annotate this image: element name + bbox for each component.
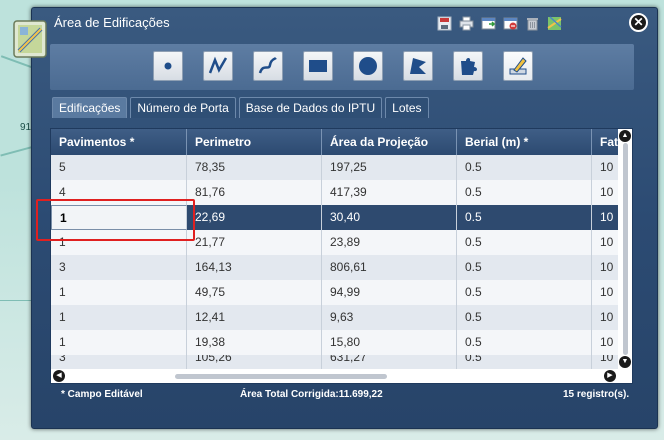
cell-fator: 10 — [600, 285, 614, 299]
column-header-perimetro[interactable]: Perimetro — [187, 129, 322, 155]
polygon-icon[interactable] — [403, 51, 433, 81]
cell-berial[interactable]: 0.5 — [457, 255, 592, 280]
cell-fator: 10 — [600, 235, 614, 249]
horizontal-scroll-thumb[interactable] — [175, 374, 387, 379]
buildings-app-icon — [11, 17, 51, 61]
table-row[interactable]: 5 78,35 197,25 0.5 10 — [51, 155, 621, 180]
remove-record-icon[interactable] — [502, 15, 519, 32]
table-row[interactable]: 1 49,75 94,99 0.5 10 — [51, 280, 621, 305]
tab-lotes[interactable]: Lotes — [385, 97, 429, 118]
cell-text: 10 — [600, 355, 614, 364]
edit-pencil-icon[interactable] — [503, 51, 533, 81]
cell-area-projecao: 15,80 — [322, 330, 457, 355]
cell-area-projecao: 417,39 — [322, 180, 457, 205]
map-layers-icon[interactable] — [546, 15, 563, 32]
cell-text: 0.5 — [465, 355, 482, 364]
drawing-toolbar — [50, 44, 634, 90]
scroll-down-icon[interactable]: ▼ — [619, 356, 631, 368]
horizontal-scrollbar[interactable]: ◀ ▶ — [51, 369, 621, 383]
cell-berial[interactable]: 0.5 — [457, 305, 592, 330]
print-icon[interactable] — [458, 15, 475, 32]
tab-edificacoes[interactable]: Edificações — [52, 97, 128, 118]
cell-perimetro: 22,69 — [187, 205, 322, 230]
column-header-pavimentos[interactable]: Pavimentos * — [51, 129, 187, 155]
cell-berial[interactable]: 0.5 — [457, 180, 592, 205]
cell-pavimentos[interactable]: 1 — [51, 280, 187, 305]
cell-text: 105,26 — [195, 355, 232, 364]
cell-berial[interactable]: 0.5 — [457, 155, 592, 180]
circle-icon[interactable] — [353, 51, 383, 81]
cell-area-projecao: 30,40 — [322, 205, 457, 230]
cell-area-projecao: 9,63 — [322, 305, 457, 330]
cell-area-projecao: 94,99 — [322, 280, 457, 305]
save-icon[interactable] — [436, 15, 453, 32]
cell-perimetro: 81,76 — [187, 180, 322, 205]
cell-area-projecao: 806,61 — [322, 255, 457, 280]
edificacoes-grid: Pavimentos * Perimetro Área da Projeção … — [50, 128, 633, 384]
column-header-fator[interactable]: Fat — [592, 129, 621, 155]
cell-perimetro: 105,26 — [187, 355, 322, 369]
cell-perimetro: 49,75 — [187, 280, 322, 305]
table-row[interactable]: 1 12,41 9,63 0.5 10 — [51, 305, 621, 330]
cell-pavimentos[interactable]: 1 — [51, 330, 187, 355]
cell-berial[interactable]: 0.5 — [457, 330, 592, 355]
tab-numero-de-porta[interactable]: Número de Porta — [130, 97, 236, 118]
cell-fator: 10 — [600, 335, 614, 349]
editable-field-note: * Campo Editável — [61, 389, 143, 400]
window-toolbar — [436, 15, 563, 32]
column-header-area-projecao[interactable]: Área da Projeção — [322, 129, 457, 155]
cell-berial[interactable]: 0.5 — [457, 205, 592, 230]
vertical-scroll-thumb[interactable] — [623, 143, 628, 355]
trash-icon[interactable] — [524, 15, 541, 32]
cell-fator: 10 — [592, 355, 621, 369]
rectangle-icon[interactable] — [303, 51, 333, 81]
window-title: Área de Edificações — [54, 15, 170, 30]
table-row[interactable]: 3 164,13 806,61 0.5 10 — [51, 255, 621, 280]
scroll-up-icon[interactable]: ▲ — [619, 130, 631, 142]
export-table-icon[interactable] — [480, 15, 497, 32]
cell-text: 631,27 — [330, 355, 367, 364]
highlight-annotation — [36, 199, 195, 241]
cell-berial[interactable]: 0.5 — [457, 355, 592, 369]
table-row[interactable]: 3 105,26 631,27 0.5 10 — [51, 355, 621, 369]
cell-area-projecao: 197,25 — [322, 155, 457, 180]
cell-fator: 10 — [600, 160, 614, 174]
cell-pavimentos[interactable]: 3 — [51, 255, 187, 280]
cell-fator: 10 — [600, 185, 614, 199]
cell-perimetro: 21,77 — [187, 230, 322, 255]
freehand-line-icon[interactable] — [253, 51, 283, 81]
scroll-left-icon[interactable]: ◀ — [53, 370, 65, 382]
scroll-right-icon[interactable]: ▶ — [604, 370, 616, 382]
tab-bar: Edificações Número de Porta Base de Dado… — [52, 97, 429, 118]
cell-area-projecao: 23,89 — [322, 230, 457, 255]
total-area-label: Área Total Corrigida:11.699,22 — [240, 389, 383, 400]
vertical-scrollbar[interactable]: ▲ ▼ — [618, 129, 632, 369]
map-road-line — [0, 300, 32, 301]
table-row[interactable]: 1 19,38 15,80 0.5 10 — [51, 330, 621, 355]
cell-perimetro: 19,38 — [187, 330, 322, 355]
cell-area-projecao: 631,27 — [322, 355, 457, 369]
cell-perimetro: 164,13 — [187, 255, 322, 280]
cell-perimetro: 78,35 — [187, 155, 322, 180]
cell-pavimentos[interactable]: 3 — [51, 355, 187, 369]
cell-fator: 10 — [600, 310, 614, 324]
column-header-berial[interactable]: Berial (m) * — [457, 129, 592, 155]
grid-header: Pavimentos * Perimetro Área da Projeção … — [51, 129, 621, 155]
cell-pavimentos[interactable]: 1 — [51, 305, 187, 330]
cell-perimetro: 12,41 — [187, 305, 322, 330]
close-icon[interactable]: ✕ — [629, 13, 648, 32]
freehand-polygon-icon[interactable] — [453, 51, 483, 81]
map-lot-label: 91 — [20, 122, 32, 133]
cell-berial[interactable]: 0.5 — [457, 280, 592, 305]
point-icon[interactable] — [153, 51, 183, 81]
cell-fator: 10 — [600, 260, 614, 274]
cell-berial[interactable]: 0.5 — [457, 230, 592, 255]
cell-pavimentos[interactable]: 5 — [51, 155, 187, 180]
cell-text: 3 — [59, 355, 66, 364]
polyline-icon[interactable] — [203, 51, 233, 81]
cell-fator: 10 — [600, 210, 614, 224]
map-road-line — [0, 145, 35, 157]
tab-base-de-dados-iptu[interactable]: Base de Dados do IPTU — [238, 97, 383, 118]
record-count: 15 registro(s). — [563, 389, 630, 400]
